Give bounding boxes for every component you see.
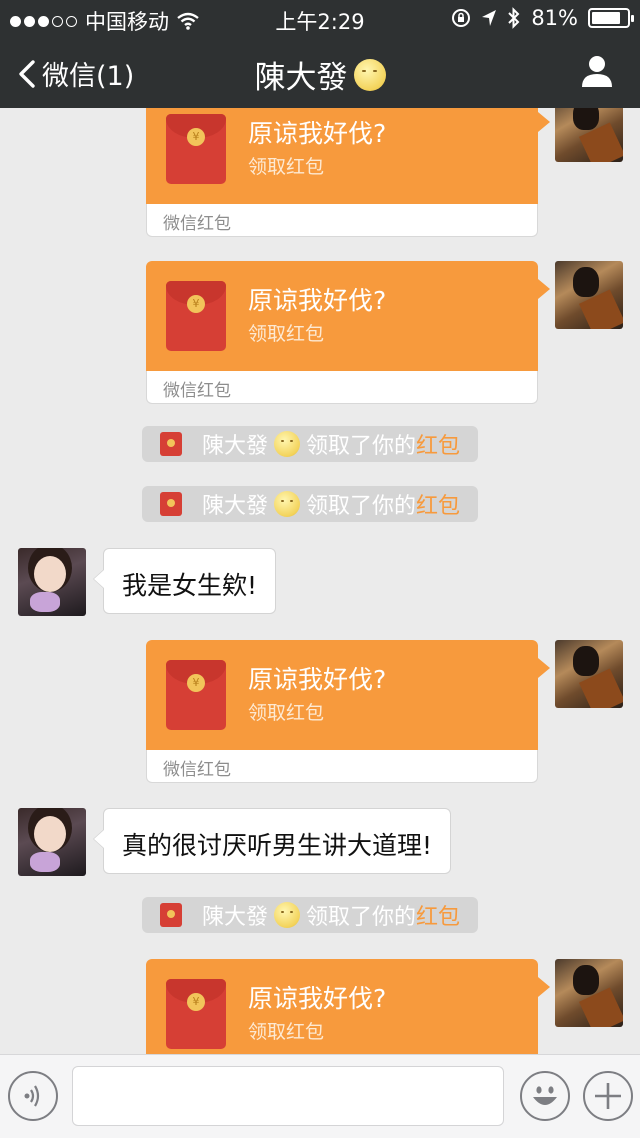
red-packet-message[interactable]: ¥ 原谅我好伐? 领取红包 微信红包 — [146, 108, 550, 237]
red-packet-greeting: 原谅我好伐? — [248, 984, 387, 1013]
red-packet-greeting: 原谅我好伐? — [248, 286, 387, 315]
red-packet-body: ¥ 原谅我好伐? 领取红包 — [146, 261, 550, 371]
red-envelope-icon — [160, 432, 182, 456]
red-packet-action: 领取红包 — [248, 323, 325, 345]
emoji-icon — [353, 58, 386, 91]
message-bubble[interactable]: 真的很讨厌听男生讲大道理! — [92, 808, 452, 874]
battery-icon — [588, 8, 634, 28]
chat-area[interactable]: ¥ 原谅我好伐? 领取红包 微信红包 ¥ 原谅我好伐? 领取红包 微信红包 陳大… — [0, 108, 640, 1054]
status-right: 81% — [451, 6, 634, 30]
notice-name: 陳大發 — [202, 494, 269, 519]
system-notice: 陳大發 领取了你的 红包 — [142, 486, 479, 522]
red-packet-greeting: 原谅我好伐? — [248, 119, 387, 148]
red-packet-footer: 微信红包 — [146, 371, 538, 404]
notice-text: 领取了你的 — [306, 434, 417, 459]
notice-name: 陳大發 — [202, 905, 269, 930]
bluetooth-icon — [508, 7, 520, 29]
avatar[interactable] — [555, 261, 623, 329]
red-packet-body: ¥ 原谅我好伐? 领取红包 — [146, 640, 550, 750]
battery-percent: 81% — [531, 6, 578, 30]
chat-title: 陳大發 — [0, 52, 640, 97]
notice-name: 陳大發 — [202, 434, 269, 459]
red-packet-message[interactable]: ¥ 原谅我好伐? 领取红包 — [146, 959, 550, 1054]
notice-link[interactable]: 红包 — [416, 488, 460, 520]
avatar[interactable] — [18, 808, 86, 876]
rotation-lock-icon — [452, 9, 471, 27]
location-icon — [482, 10, 497, 26]
input-toolbar — [0, 1054, 640, 1138]
avatar[interactable] — [18, 548, 86, 616]
emoji-button[interactable] — [520, 1071, 570, 1121]
red-packet-footer: 微信红包 — [146, 204, 538, 237]
emoji-icon — [274, 431, 301, 457]
red-packet-action: 领取红包 — [248, 702, 325, 724]
message-text: 我是女生欸! — [122, 571, 258, 600]
red-envelope-icon: ¥ — [166, 979, 226, 1049]
navigation-bar: 微信(1) 陳大發 — [0, 36, 640, 108]
red-packet-action: 领取红包 — [248, 1021, 325, 1043]
red-envelope-icon: ¥ — [166, 660, 226, 730]
red-packet-action: 领取红包 — [248, 156, 325, 178]
red-packet-message[interactable]: ¥ 原谅我好伐? 领取红包 微信红包 — [146, 640, 550, 783]
red-envelope-icon — [160, 903, 182, 927]
message-input[interactable] — [72, 1066, 504, 1126]
red-envelope-icon: ¥ — [166, 114, 226, 184]
status-bar: 中国移动 上午2:29 81% — [0, 0, 640, 36]
voice-icon — [24, 1085, 40, 1107]
red-packet-message[interactable]: ¥ 原谅我好伐? 领取红包 微信红包 — [146, 261, 550, 404]
emoji-icon — [274, 491, 301, 517]
notice-link[interactable]: 红包 — [416, 428, 460, 460]
plus-icon — [595, 1083, 621, 1109]
message-text: 真的很讨厌听男生讲大道理! — [122, 831, 433, 860]
system-notice: 陳大發 领取了你的 红包 — [142, 426, 479, 462]
message-bubble[interactable]: 我是女生欸! — [92, 548, 277, 614]
more-button[interactable] — [583, 1071, 633, 1121]
red-envelope-icon — [160, 492, 182, 516]
red-packet-body: ¥ 原谅我好伐? 领取红包 — [146, 108, 550, 204]
system-notice: 陳大發 领取了你的 红包 — [142, 897, 479, 933]
red-packet-greeting: 原谅我好伐? — [248, 665, 387, 694]
red-envelope-icon: ¥ — [166, 281, 226, 351]
profile-icon[interactable] — [580, 54, 614, 88]
red-packet-body: ¥ 原谅我好伐? 领取红包 — [146, 959, 550, 1054]
avatar[interactable] — [555, 108, 623, 162]
red-packet-footer: 微信红包 — [146, 750, 538, 783]
contact-name: 陳大發 — [254, 60, 348, 96]
notice-text: 领取了你的 — [306, 494, 417, 519]
avatar[interactable] — [555, 640, 623, 708]
emoji-icon — [274, 902, 301, 928]
voice-button[interactable] — [8, 1071, 58, 1121]
notice-link[interactable]: 红包 — [416, 899, 460, 931]
notice-text: 领取了你的 — [306, 905, 417, 930]
avatar[interactable] — [555, 959, 623, 1027]
smiley-icon — [533, 1086, 557, 1105]
